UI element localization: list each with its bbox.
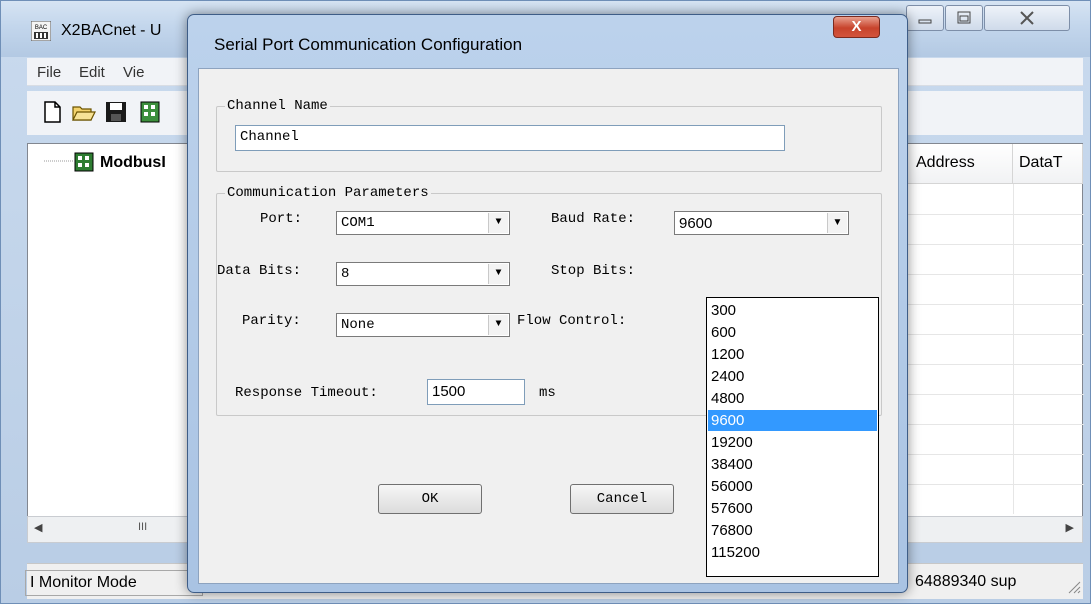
- scroll-left-icon[interactable]: ◀: [34, 521, 42, 534]
- flow-control-label: Flow Control:: [517, 313, 627, 329]
- tree-horizontal-scrollbar[interactable]: ◀ III: [27, 516, 202, 543]
- dialog-body: Channel Name Channel Communication Param…: [198, 68, 899, 584]
- channel-group-label: Channel Name: [225, 98, 330, 114]
- main-close-button[interactable]: [984, 5, 1070, 31]
- baud-option[interactable]: 19200: [708, 432, 877, 453]
- column-header-address[interactable]: Address: [902, 144, 1013, 184]
- dialog-close-button[interactable]: X: [833, 16, 880, 38]
- chevron-down-icon[interactable]: ▼: [827, 213, 847, 233]
- device-icon[interactable]: [137, 99, 163, 125]
- status-mode-text: Monitor Mode: [38, 574, 137, 591]
- channel-name-input[interactable]: Channel: [235, 125, 785, 151]
- baud-option[interactable]: 56000: [708, 476, 877, 497]
- column-header-datatype[interactable]: DataT: [1013, 144, 1083, 184]
- grid-row-line: [902, 274, 1084, 275]
- chevron-down-icon[interactable]: ▼: [488, 315, 508, 335]
- cancel-button[interactable]: Cancel: [570, 484, 674, 514]
- baud-option[interactable]: 2400: [708, 366, 877, 387]
- baud-option[interactable]: 1200: [708, 344, 877, 365]
- comm-group-label: Communication Parameters: [225, 185, 431, 201]
- baud-option[interactable]: 300: [708, 300, 877, 321]
- minimize-icon: [918, 19, 932, 24]
- grid-row-line: [902, 214, 1084, 215]
- grid-col-line: [1013, 184, 1014, 514]
- menu-file[interactable]: File: [37, 64, 61, 81]
- port-value: COM1: [341, 215, 375, 231]
- scroll-thumb-grip: III: [138, 521, 148, 533]
- new-file-icon[interactable]: [39, 99, 65, 125]
- baud-option[interactable]: 4800: [708, 388, 877, 409]
- save-icon[interactable]: [103, 99, 129, 125]
- resize-grip-icon[interactable]: [1067, 580, 1081, 594]
- tree-pane: ModbusI: [27, 143, 202, 543]
- menu-view[interactable]: Vie: [123, 64, 144, 81]
- app-icon: BAC: [31, 21, 51, 41]
- data-bits-select[interactable]: 8 ▼: [336, 262, 510, 286]
- app-icon-text: BAC: [35, 25, 48, 31]
- parity-value: None: [341, 317, 375, 333]
- tree-connector: [44, 160, 74, 162]
- baud-option[interactable]: 9600: [708, 410, 877, 431]
- serial-port-dialog: Serial Port Communication Configuration …: [187, 14, 908, 593]
- grid-horizontal-scrollbar[interactable]: ▶: [901, 516, 1083, 543]
- minimize-button[interactable]: [906, 5, 944, 31]
- grid-row-line: [902, 484, 1084, 485]
- parity-select[interactable]: None ▼: [336, 313, 510, 337]
- status-info: 64889340 sup: [915, 573, 1017, 590]
- port-label: Port:: [260, 211, 303, 227]
- baud-option[interactable]: 76800: [708, 520, 877, 541]
- ok-button[interactable]: OK: [378, 484, 482, 514]
- stop-bits-label: Stop Bits:: [551, 263, 636, 279]
- baud-rate-dropdown-list[interactable]: 300 600 1200 2400 4800 9600 19200 38400 56000 576…: [706, 297, 879, 577]
- modbus-device-icon: [74, 152, 94, 172]
- close-icon: [1020, 11, 1034, 25]
- baud-rate-select[interactable]: 9600 ▼: [674, 211, 849, 235]
- close-icon: X: [851, 18, 862, 35]
- channel-name-group: Channel Name Channel: [216, 98, 882, 172]
- grid-row-line: [902, 454, 1084, 455]
- dialog-title: Serial Port Communication Configuration: [214, 35, 523, 54]
- port-select[interactable]: COM1 ▼: [336, 211, 510, 235]
- grid-row-line: [902, 394, 1084, 395]
- baud-option[interactable]: 115200: [708, 542, 877, 563]
- baud-rate-value: 9600: [679, 215, 713, 232]
- open-folder-icon[interactable]: [71, 99, 97, 125]
- chevron-down-icon[interactable]: ▼: [488, 264, 508, 284]
- main-window-title: X2BACnet - U: [61, 22, 162, 39]
- parity-label: Parity:: [242, 313, 301, 329]
- timeout-unit-label: ms: [539, 385, 556, 401]
- baud-option[interactable]: 57600: [708, 498, 877, 519]
- data-bits-value: 8: [341, 266, 350, 282]
- baud-rate-label: Baud Rate:: [551, 211, 636, 227]
- grid-row-line: [902, 334, 1084, 335]
- restore-button[interactable]: [945, 5, 983, 31]
- data-grid: Address DataT: [901, 143, 1084, 543]
- response-timeout-input[interactable]: 1500: [427, 379, 525, 405]
- tree-root-node[interactable]: ModbusI: [100, 154, 166, 172]
- restore-icon: [957, 11, 971, 24]
- scroll-right-icon[interactable]: ▶: [1066, 521, 1074, 534]
- status-mode: I Monitor Mode: [25, 570, 203, 596]
- status-prefix: I: [30, 574, 35, 591]
- baud-option[interactable]: 600: [708, 322, 877, 343]
- chevron-down-icon[interactable]: ▼: [488, 213, 508, 233]
- grid-row-line: [902, 364, 1084, 365]
- grid-row-line: [902, 424, 1084, 425]
- grid-row-line: [902, 244, 1084, 245]
- data-bits-label: Data Bits:: [217, 263, 302, 279]
- response-timeout-label: Response Timeout:: [235, 385, 378, 401]
- menu-edit[interactable]: Edit: [79, 64, 105, 81]
- baud-option[interactable]: 38400: [708, 454, 877, 475]
- grid-row-line: [902, 304, 1084, 305]
